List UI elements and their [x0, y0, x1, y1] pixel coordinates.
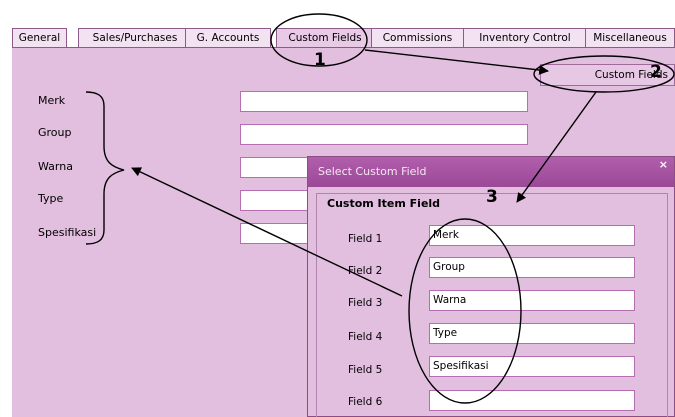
merk-input[interactable] [240, 91, 528, 112]
group-input[interactable] [240, 124, 528, 145]
label-group: Group [38, 126, 72, 139]
tab-general[interactable]: General [12, 28, 67, 48]
label-type: Type [38, 192, 64, 205]
field-4-label: Field 4 [348, 331, 383, 343]
field-5-input[interactable]: Spesifikasi [429, 356, 635, 377]
field-6-input[interactable] [429, 390, 635, 411]
annotation-number-1: 1 [314, 50, 326, 70]
field-1-label: Field 1 [348, 233, 383, 245]
label-merk: Merk [38, 94, 66, 107]
field-3-input[interactable]: Warna [429, 290, 635, 311]
close-icon[interactable]: × [659, 157, 668, 173]
annotation-number-3: 3 [486, 187, 498, 207]
tab-strip: General Sales/Purchases G. Accounts Cust… [12, 28, 675, 49]
tab-custom-fields[interactable]: Custom Fields [276, 28, 374, 49]
field-6-label: Field 6 [348, 396, 383, 408]
field-4-input[interactable]: Type [429, 323, 635, 344]
dialog-title: Select Custom Field [318, 165, 427, 178]
field-3-label: Field 3 [348, 297, 383, 309]
field-2-label: Field 2 [348, 265, 383, 277]
tab-inventory-control[interactable]: Inventory Control [463, 28, 587, 48]
tab-sales-purchases[interactable]: Sales/Purchases [78, 28, 192, 48]
tab-accounts[interactable]: G. Accounts [185, 28, 271, 48]
field-5-label: Field 5 [348, 364, 383, 376]
label-warna: Warna [38, 160, 73, 173]
dialog-title-bar: Select Custom Field [308, 157, 674, 187]
custom-item-field-heading: Custom Item Field [327, 197, 441, 210]
screenshot-stage: General Sales/Purchases G. Accounts Cust… [0, 0, 675, 417]
tab-commissions[interactable]: Commissions [371, 28, 464, 48]
field-2-input[interactable]: Group [429, 257, 635, 278]
annotation-number-2: 2 [650, 62, 662, 82]
field-1-input[interactable]: Merk [429, 225, 635, 246]
tab-miscellaneous[interactable]: Miscellaneous [585, 28, 675, 48]
label-spesifikasi: Spesifikasi [38, 226, 97, 239]
